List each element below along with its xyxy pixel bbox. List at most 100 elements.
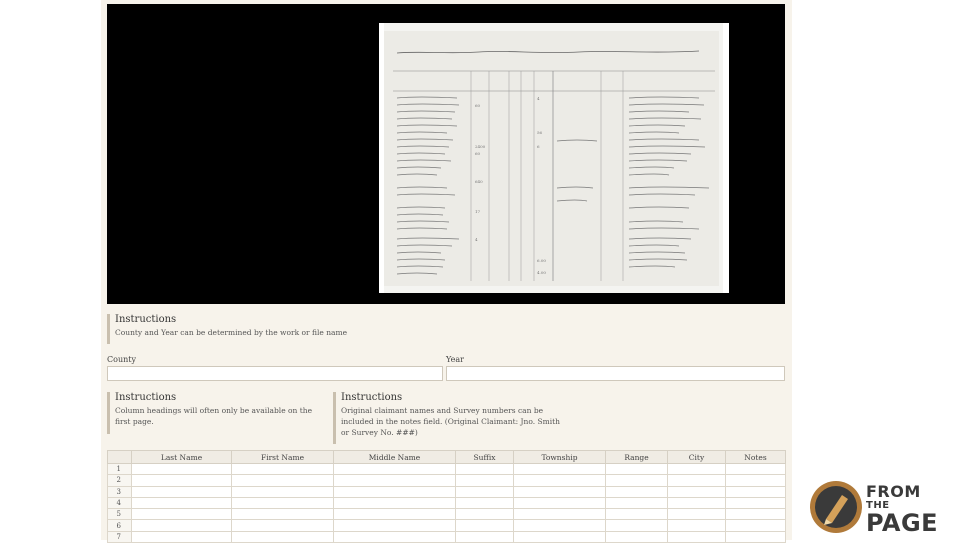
cell-suffix[interactable] bbox=[455, 474, 514, 487]
cell-city[interactable] bbox=[667, 519, 726, 532]
table-header-row: Last Name First Name Middle Name Suffix … bbox=[107, 450, 786, 464]
document-image-viewer[interactable]: 60 2400 60 640 17 4 4 56 6 6.00 4.00 bbox=[107, 4, 785, 304]
instructions-original-claimant: Instructions Original claimant names and… bbox=[333, 392, 561, 444]
cell-suffix[interactable] bbox=[455, 485, 514, 498]
logo-word-from: FROM bbox=[866, 482, 921, 501]
instructions-heading: Instructions bbox=[341, 392, 403, 403]
instructions-text: County and Year can be determined by the… bbox=[115, 328, 348, 337]
cell-first-name[interactable] bbox=[231, 462, 334, 476]
cell-last-name[interactable] bbox=[131, 530, 232, 543]
cell-middle-name[interactable] bbox=[333, 474, 456, 487]
cell-city[interactable] bbox=[667, 474, 726, 487]
cell-township[interactable] bbox=[513, 508, 606, 521]
cell-range[interactable] bbox=[605, 519, 668, 532]
svg-text:6.00: 6.00 bbox=[537, 258, 546, 263]
year-input[interactable] bbox=[446, 366, 785, 381]
cell-first-name[interactable] bbox=[231, 474, 334, 487]
cell-township[interactable] bbox=[513, 519, 606, 532]
county-input[interactable] bbox=[107, 366, 443, 381]
svg-text:640: 640 bbox=[475, 179, 483, 184]
row-number: 2 bbox=[107, 474, 132, 487]
cell-township[interactable] bbox=[513, 530, 606, 543]
cell-last-name[interactable] bbox=[131, 496, 232, 510]
svg-text:60: 60 bbox=[475, 151, 481, 156]
cell-last-name[interactable] bbox=[131, 485, 232, 498]
table-row: 2 bbox=[107, 474, 786, 487]
cell-last-name[interactable] bbox=[131, 508, 232, 521]
cell-city[interactable] bbox=[667, 508, 726, 521]
row-number: 1 bbox=[107, 462, 132, 476]
table-row: 1 bbox=[107, 462, 786, 476]
cell-middle-name[interactable] bbox=[333, 485, 456, 498]
instructions-text: Original claimant names and Survey numbe… bbox=[341, 406, 560, 437]
cell-first-name[interactable] bbox=[231, 508, 334, 521]
cell-middle-name[interactable] bbox=[333, 462, 456, 476]
cell-city[interactable] bbox=[667, 485, 726, 498]
column-header-city[interactable]: City bbox=[667, 450, 726, 464]
cell-range[interactable] bbox=[605, 485, 668, 498]
ledger-scan-image: 60240060 640174 4566 6.004.00 bbox=[379, 23, 729, 293]
cell-middle-name[interactable] bbox=[333, 508, 456, 521]
column-header-range[interactable]: Range bbox=[605, 450, 668, 464]
cell-notes[interactable] bbox=[725, 519, 786, 532]
cell-range[interactable] bbox=[605, 462, 668, 476]
column-header-township[interactable]: Township bbox=[513, 450, 606, 464]
column-header-middle-name[interactable]: Middle Name bbox=[333, 450, 456, 464]
cell-city[interactable] bbox=[667, 496, 726, 510]
cell-township[interactable] bbox=[513, 496, 606, 510]
cell-suffix[interactable] bbox=[455, 519, 514, 532]
cell-last-name[interactable] bbox=[131, 474, 232, 487]
instructions-heading: Instructions bbox=[115, 314, 177, 325]
logo-wordmark: FROM THE PAGE bbox=[866, 482, 958, 537]
cell-first-name[interactable] bbox=[231, 496, 334, 510]
cell-township[interactable] bbox=[513, 474, 606, 487]
cell-notes[interactable] bbox=[725, 462, 786, 476]
cell-suffix[interactable] bbox=[455, 530, 514, 543]
logo-word-page: PAGE bbox=[866, 509, 939, 537]
instructions-heading: Instructions bbox=[115, 392, 177, 403]
cell-first-name[interactable] bbox=[231, 485, 334, 498]
cell-suffix[interactable] bbox=[455, 508, 514, 521]
year-label: Year bbox=[446, 355, 464, 364]
table-row: 3 bbox=[107, 485, 786, 498]
cell-last-name[interactable] bbox=[131, 462, 232, 476]
cell-notes[interactable] bbox=[725, 496, 786, 510]
cell-city[interactable] bbox=[667, 530, 726, 543]
table-row: 6 bbox=[107, 519, 786, 532]
instructions-county-year: Instructions County and Year can be dete… bbox=[107, 314, 445, 344]
cell-last-name[interactable] bbox=[131, 519, 232, 532]
table-row: 4 bbox=[107, 496, 786, 510]
cell-middle-name[interactable] bbox=[333, 496, 456, 510]
cell-range[interactable] bbox=[605, 530, 668, 543]
column-header-suffix[interactable]: Suffix bbox=[455, 450, 514, 464]
svg-text:56: 56 bbox=[537, 130, 543, 135]
cell-notes[interactable] bbox=[725, 530, 786, 543]
cell-notes[interactable] bbox=[725, 474, 786, 487]
column-header-first-name[interactable]: First Name bbox=[231, 450, 334, 464]
cell-first-name[interactable] bbox=[231, 530, 334, 543]
cell-range[interactable] bbox=[605, 474, 668, 487]
cell-notes[interactable] bbox=[725, 508, 786, 521]
column-header-row-number bbox=[107, 450, 132, 464]
cell-middle-name[interactable] bbox=[333, 530, 456, 543]
row-number: 6 bbox=[107, 519, 132, 532]
cell-middle-name[interactable] bbox=[333, 519, 456, 532]
cell-range[interactable] bbox=[605, 508, 668, 521]
cell-notes[interactable] bbox=[725, 485, 786, 498]
instructions-text: Column headings will often only be avail… bbox=[115, 406, 313, 426]
column-header-last-name[interactable]: Last Name bbox=[131, 450, 232, 464]
cell-range[interactable] bbox=[605, 496, 668, 510]
cell-first-name[interactable] bbox=[231, 519, 334, 532]
svg-text:2400: 2400 bbox=[475, 144, 486, 149]
cell-township[interactable] bbox=[513, 462, 606, 476]
row-number: 4 bbox=[107, 496, 132, 510]
instructions-column-headings: Instructions Column headings will often … bbox=[107, 392, 327, 434]
transcription-table: Last Name First Name Middle Name Suffix … bbox=[107, 450, 786, 543]
cell-city[interactable] bbox=[667, 462, 726, 476]
cell-township[interactable] bbox=[513, 485, 606, 498]
cell-suffix[interactable] bbox=[455, 462, 514, 476]
svg-text:60: 60 bbox=[475, 103, 481, 108]
column-header-notes[interactable]: Notes bbox=[725, 450, 786, 464]
cell-suffix[interactable] bbox=[455, 496, 514, 510]
row-number: 7 bbox=[107, 530, 132, 543]
